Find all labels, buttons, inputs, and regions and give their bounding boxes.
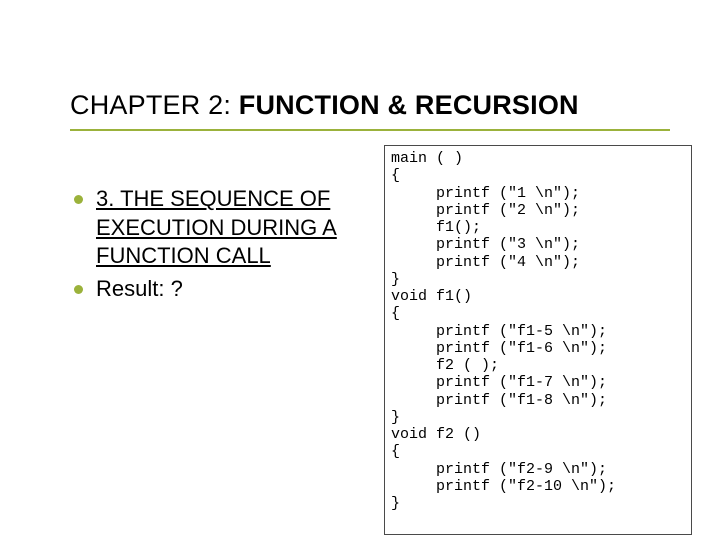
title-bold: FUNCTION & RECURSION xyxy=(239,90,579,120)
slide-title: CHAPTER 2: FUNCTION & RECURSION xyxy=(70,90,670,121)
bullet-item: 3. THE SEQUENCE OF EXECUTION DURING A FU… xyxy=(70,185,370,271)
bullet-list: 3. THE SEQUENCE OF EXECUTION DURING A FU… xyxy=(70,185,374,307)
title-rule xyxy=(70,129,670,131)
code-box: main ( ) { printf ("1 \n"); printf ("2 \… xyxy=(384,145,692,535)
slide: CHAPTER 2: FUNCTION & RECURSION 3. THE S… xyxy=(0,0,720,540)
title-plain: CHAPTER 2: xyxy=(70,90,239,120)
bullet-text: Result: ? xyxy=(96,276,183,301)
bullet-item: Result: ? xyxy=(70,275,370,304)
code-content: main ( ) { printf ("1 \n"); printf ("2 \… xyxy=(391,150,616,512)
bullet-text: 3. THE SEQUENCE OF EXECUTION DURING A FU… xyxy=(96,186,337,268)
